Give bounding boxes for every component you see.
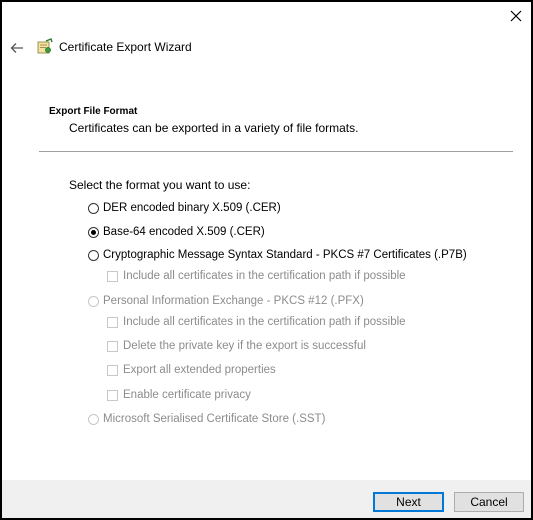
checkbox[interactable]: [107, 270, 118, 282]
dialog-window: Certificate Export Wizard Export File Fo…: [0, 0, 533, 520]
wizard-header: Certificate Export Wizard: [2, 32, 531, 66]
checkbox-label: Include all certificates in the certific…: [123, 270, 406, 282]
back-arrow-icon: [10, 43, 23, 53]
checkbox-label: Enable certificate privacy: [123, 389, 251, 401]
checkbox-pfx-extended-properties[interactable]: Export all extended properties: [107, 364, 276, 376]
format-prompt: Select the format you want to use:: [69, 178, 251, 192]
checkbox[interactable]: [107, 316, 118, 328]
checkbox-pfx-include-path[interactable]: Include all certificates in the certific…: [107, 316, 406, 328]
radio-button[interactable]: [88, 295, 99, 307]
radio-option-der[interactable]: DER encoded binary X.509 (.CER): [88, 202, 281, 214]
checkbox-pfx-delete-key[interactable]: Delete the private key if the export is …: [107, 340, 366, 352]
certificate-icon: [37, 38, 53, 54]
checkbox[interactable]: [107, 364, 118, 376]
cancel-button[interactable]: Cancel: [454, 492, 524, 512]
wizard-title: Certificate Export Wizard: [59, 40, 192, 54]
radio-button[interactable]: [88, 202, 99, 214]
next-button[interactable]: Next: [373, 492, 444, 512]
wizard-footer: Next Cancel: [2, 480, 531, 518]
section-title: Export File Format: [49, 106, 138, 117]
radio-button-selected[interactable]: [88, 226, 99, 238]
radio-button[interactable]: [88, 413, 99, 425]
checkbox-label: Delete the private key if the export is …: [123, 340, 366, 352]
radio-option-sst[interactable]: Microsoft Serialised Certificate Store (…: [88, 413, 325, 425]
back-button[interactable]: [6, 38, 28, 58]
radio-label: DER encoded binary X.509 (.CER): [103, 202, 281, 214]
header-divider: [39, 151, 513, 152]
radio-option-p7b[interactable]: Cryptographic Message Syntax Standard - …: [88, 249, 467, 261]
radio-label: Microsoft Serialised Certificate Store (…: [103, 413, 326, 425]
close-button[interactable]: [503, 4, 529, 28]
checkbox[interactable]: [107, 340, 118, 352]
radio-label: Personal Information Exchange - PKCS #12…: [103, 295, 364, 307]
section-description: Certificates can be exported in a variet…: [69, 121, 359, 135]
checkbox-pfx-certificate-privacy[interactable]: Enable certificate privacy: [107, 389, 251, 401]
radio-button[interactable]: [88, 249, 99, 261]
radio-label: Base-64 encoded X.509 (.CER): [103, 226, 265, 238]
radio-option-pfx[interactable]: Personal Information Exchange - PKCS #12…: [88, 295, 364, 307]
close-icon: [510, 10, 522, 22]
title-bar: [2, 2, 531, 32]
radio-label: Cryptographic Message Syntax Standard - …: [103, 249, 467, 261]
checkbox-label: Include all certificates in the certific…: [123, 316, 406, 328]
checkbox-label: Export all extended properties: [123, 364, 276, 376]
radio-option-base64[interactable]: Base-64 encoded X.509 (.CER): [88, 226, 265, 238]
checkbox[interactable]: [107, 389, 118, 401]
checkbox-p7b-include-path[interactable]: Include all certificates in the certific…: [107, 270, 406, 282]
